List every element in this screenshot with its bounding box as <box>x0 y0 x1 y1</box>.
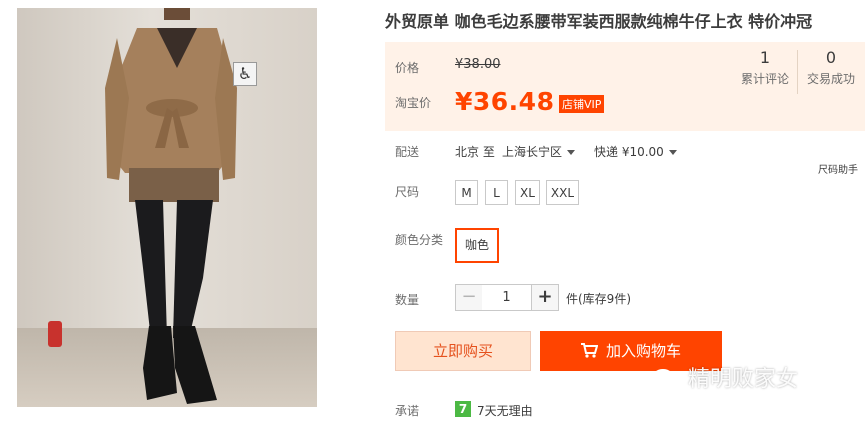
size-option-m[interactable]: M <box>455 180 478 205</box>
quantity-input[interactable]: 1 <box>482 284 531 311</box>
seven-day-return-icon: 7 <box>455 401 471 417</box>
price-panel: 价格 ¥38.00 淘宝价 ¥36.48 店铺VIP 1 累计评论 0 交易成功 <box>385 42 865 131</box>
size-helper-link[interactable]: 尺码助手 <box>818 161 858 176</box>
product-title: 外贸原单 咖色毛边系腰带军装西服款纯棉牛仔上衣 特价冲冠 <box>385 12 813 31</box>
wechat-icon <box>652 369 681 391</box>
quantity-decrement-button[interactable]: − <box>455 284 483 311</box>
review-count-value: 1 <box>759 48 771 67</box>
quantity-label: 数量 <box>395 293 420 307</box>
buy-now-button[interactable]: 立即购买 <box>395 331 531 371</box>
cart-icon <box>580 343 598 358</box>
current-price: ¥36.48 <box>455 87 555 116</box>
shipping-label: 配送 <box>395 145 420 159</box>
review-count-label: 累计评论 <box>740 72 789 86</box>
model-figure <box>105 8 237 404</box>
promise-text[interactable]: 7天无理由 <box>477 402 533 419</box>
stock-text: 件(库存9件) <box>566 292 631 306</box>
size-option-l[interactable]: L <box>485 180 508 205</box>
quantity-increment-button[interactable]: + <box>531 284 559 311</box>
size-option-xl[interactable]: XL <box>515 180 540 205</box>
shipping-method-text: 快递 ¥10.00 <box>594 145 664 159</box>
chevron-down-icon <box>668 150 677 155</box>
review-count[interactable]: 1 累计评论 <box>737 48 793 87</box>
wheelchair-icon: ♿ <box>233 62 257 86</box>
add-to-cart-label: 加入购物车 <box>605 342 681 360</box>
stat-divider <box>797 50 798 94</box>
trade-count: 0 交易成功 <box>803 48 859 87</box>
destination-text: 上海长宁区 <box>502 145 563 159</box>
taobao-price-label: 淘宝价 <box>395 96 432 110</box>
trade-count-label: 交易成功 <box>806 72 855 86</box>
watermark-text: 精明败家女 <box>688 367 799 392</box>
size-option-xxl[interactable]: XXL <box>546 180 579 205</box>
color-label: 颜色分类 <box>395 233 444 247</box>
product-image[interactable]: ♿ <box>17 8 317 407</box>
chevron-down-icon <box>567 150 576 155</box>
watermark: 精明败家女 <box>652 361 798 393</box>
color-option-selected[interactable]: 咖色 <box>455 228 499 263</box>
shipping-method-select[interactable]: 快递 ¥10.00 <box>594 143 677 160</box>
original-price: ¥38.00 <box>455 57 501 72</box>
shipping-origin: 北京 至 <box>455 145 495 159</box>
size-label: 尺码 <box>395 185 420 199</box>
trade-count-value: 0 <box>825 48 837 67</box>
soda-can <box>48 321 62 347</box>
promise-label: 承诺 <box>395 404 420 418</box>
destination-select[interactable]: 上海长宁区 <box>502 143 576 160</box>
vip-badge[interactable]: 店铺VIP <box>559 95 605 113</box>
price-label: 价格 <box>395 61 420 75</box>
